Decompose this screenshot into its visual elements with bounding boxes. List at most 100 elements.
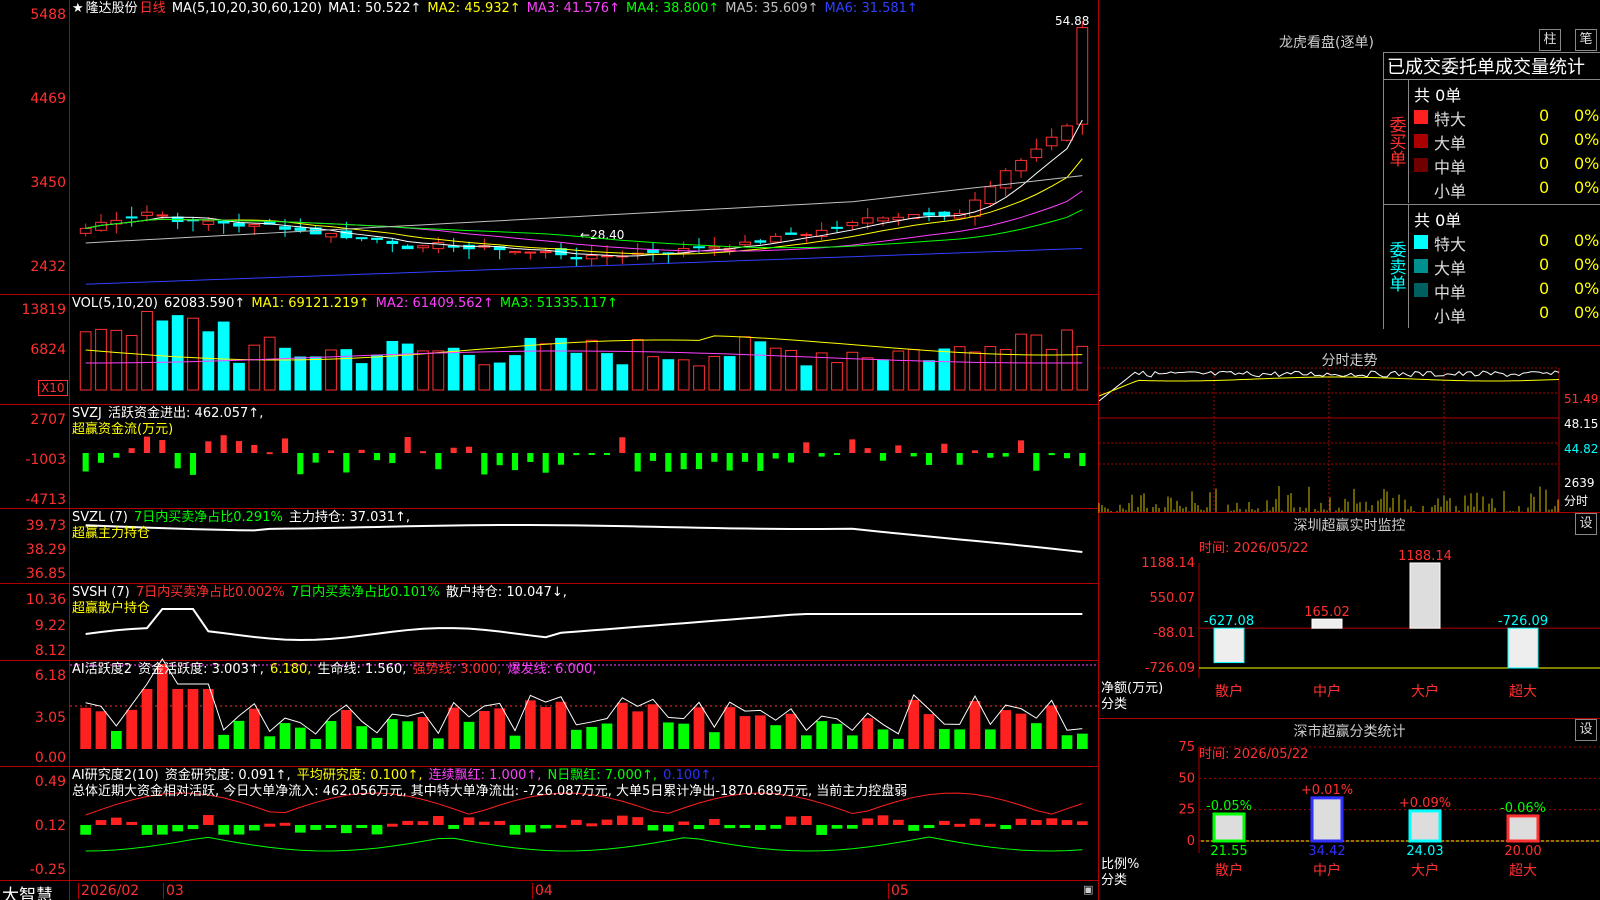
flow-bar [987, 453, 994, 458]
monitor-panel[interactable]: 深圳超赢实时监控 设 时间: 2026/05/22 净额(万元) 分类 1188.… [1099, 512, 1600, 718]
classify-panel[interactable]: 深市超赢分类统计 设 时间: 2026/05/22 比例% 分类 75 50 25 0-… [1099, 718, 1600, 900]
volume-bar [141, 311, 153, 391]
volume-bar [907, 349, 920, 391]
intraday-panel[interactable]: 分时走势 51.49 48.15 44.82 2639 分时 [1098, 345, 1600, 513]
svsh-pane[interactable]: SVSH (7) 7日内买卖净占比0.002% 7日内买卖净占比0.101% 散… [0, 584, 1098, 661]
activity-bar [509, 735, 521, 749]
activity-bar [524, 700, 536, 749]
activity-bar [294, 727, 306, 749]
svsh-p3: 散户持仓: 10.047↓, [445, 585, 567, 600]
buy-block: 委买单 共 0单 特大 0 0% 大单 0 0% 中单 0 0% 小单 0 0% [1383, 79, 1600, 204]
flow-bar [1048, 453, 1055, 456]
svzj-header: SVZJ 活跃资金进出: 462.057↑, 超赢资金流(万元) [72, 406, 265, 438]
monitor-bar-label: 1188.14 [1398, 549, 1452, 564]
research-bar [800, 816, 812, 825]
activity-bar [218, 734, 230, 749]
ai1-pane[interactable]: AI活跃度2 资金活跃度: 3.003↑, 6.180, 生命线: 1.560,… [0, 658, 1098, 767]
volume-bar [877, 359, 889, 391]
flow-bar [772, 453, 779, 459]
activity-bar [785, 713, 797, 749]
date-label: 2026/02 [78, 883, 139, 899]
buy-total: 共 0单 [1414, 86, 1462, 105]
monitor-bar [1311, 618, 1343, 629]
dragon-header: 已成交委托单成交量统计 [1383, 52, 1600, 79]
activity-bar [570, 729, 582, 749]
order-value: 0 [1539, 255, 1550, 274]
svzl-pane[interactable]: SVZL (7) 7日内买卖净占比0.291% 主力持仓: 37.031↑, 超… [0, 509, 1098, 584]
order-pct: 0% [1574, 106, 1600, 125]
classify-change-label: +0.09% [1399, 796, 1451, 811]
svzj-sub: 超赢资金流(万元) [72, 422, 174, 437]
activity-bar [846, 735, 858, 749]
activity-bar [708, 732, 720, 749]
candle [355, 237, 368, 240]
activity-bar [325, 720, 337, 749]
volume-bar [509, 355, 521, 391]
order-value: 0 [1539, 106, 1550, 125]
research-bar [172, 825, 184, 832]
candle [386, 240, 399, 244]
research-bar [417, 821, 429, 825]
classify-change-label: +0.01% [1301, 783, 1353, 798]
svzj-label: SVZJ [72, 406, 102, 421]
volume-bar [708, 355, 721, 391]
bar-mode-button[interactable]: 柱 [1539, 29, 1561, 51]
ai1-p4: 强势线: 3.000, [412, 662, 502, 677]
ai2-pane[interactable]: AI研究度2(10) 资金研究度: 0.091↑, 平均研究度: 0.100↑,… [0, 767, 1098, 880]
research-bar [555, 824, 567, 828]
svzj-pane[interactable]: SVZJ 活跃资金进出: 462.057↑, 超赢资金流(万元) 2707 -1… [0, 405, 1098, 509]
volume-bar [171, 315, 184, 391]
kline-area[interactable]: ★ 隆达股份 日线 MA(5,10,20,30,60,120) MA1: 50.52… [0, 0, 1098, 900]
activity-bar [586, 726, 598, 749]
period-label[interactable]: 日线 [140, 1, 166, 16]
activity-bar [80, 707, 92, 749]
lock-icon[interactable]: ▣ [1083, 883, 1093, 896]
candle [693, 246, 705, 249]
ai1-p1: 资金活跃度: 3.003↑, [138, 662, 264, 677]
volume-bar [754, 341, 767, 391]
volume-bar [110, 329, 123, 391]
candle [969, 199, 981, 217]
order-row: 大单 0 0% [1414, 255, 1600, 278]
volume-bar [1015, 333, 1027, 391]
volume-bar [923, 360, 935, 391]
main-pane[interactable]: ★ 隆达股份 日线 MA(5,10,20,30,60,120) MA1: 50.52… [0, 0, 1098, 295]
classify-bar [1506, 814, 1540, 843]
tick-mode-button[interactable]: 笔 [1575, 29, 1597, 51]
vol-value: 62083.590↑ [164, 296, 246, 311]
order-swatch [1414, 283, 1428, 297]
sell-total: 共 0单 [1414, 211, 1462, 230]
flow-bar [680, 453, 687, 470]
candle [999, 170, 1012, 189]
flow-bar [879, 453, 887, 461]
volume-bar [984, 346, 997, 391]
classify-bar-chart: 75 50 25 0 -0.05% 21.55 散户 +0.01% 34.42 中户 +0.09% 2… [1178, 740, 1600, 879]
research-bar [877, 815, 889, 825]
research-bar [862, 818, 874, 825]
volume-bar [79, 331, 92, 391]
svsh-p2: 7日内买卖净占比0.101% [290, 585, 440, 600]
research-line [85, 836, 1083, 852]
research-bar [156, 825, 168, 835]
order-swatch [1414, 134, 1428, 148]
activity-bar [724, 707, 736, 749]
classify-bar [1310, 796, 1344, 843]
dragon-title: 龙虎看盘(逐单) [1279, 35, 1374, 51]
research-bar [647, 825, 659, 831]
activity-bar [984, 729, 996, 749]
classify-ytick: 0 [1187, 834, 1195, 849]
activity-bar [356, 726, 368, 749]
vol-pane[interactable]: VOL(5,10,20) 62083.590↑ MA1: 69121.219↑ … [0, 295, 1098, 405]
research-bar [294, 825, 306, 833]
candle [325, 232, 337, 238]
y-axis-line [69, 0, 70, 900]
flow-bar [481, 453, 488, 475]
order-row: 大单 0 0% [1414, 130, 1600, 153]
favorite-star-icon[interactable]: ★ [72, 1, 84, 16]
research-bar [371, 825, 383, 835]
candle [233, 222, 245, 227]
vol-ma3: MA3: 51335.117↑ [499, 296, 618, 311]
order-value: 0 [1539, 178, 1550, 197]
main-header: ★ 隆达股份 日线 MA(5,10,20,30,60,120) MA1: 50.52… [72, 1, 926, 17]
activity-bar [954, 729, 966, 749]
